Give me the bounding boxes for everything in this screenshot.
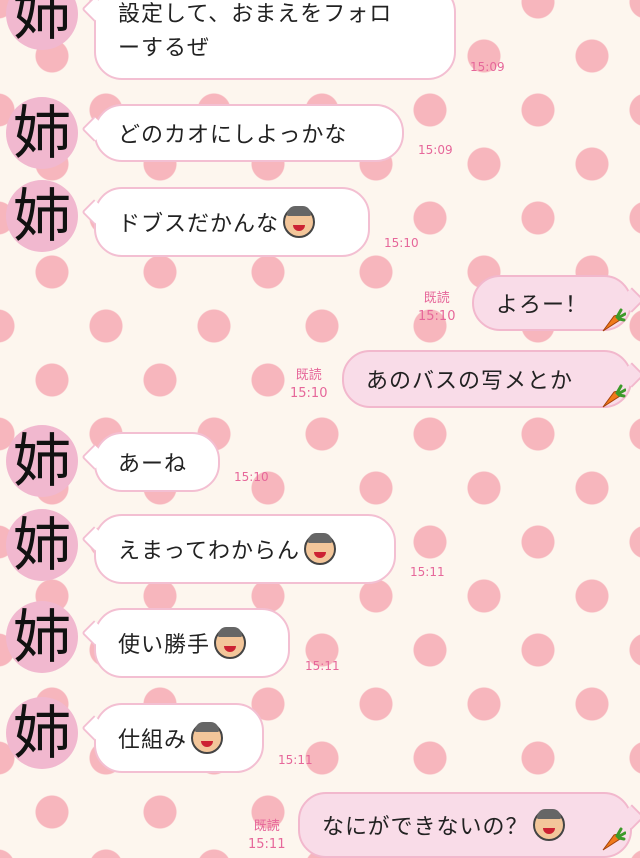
message-time: 15:11 [278,753,313,767]
carrot-icon [602,308,626,332]
avatar[interactable]: 姉 [6,697,78,769]
message-time: 15:10 [234,470,269,484]
avatar[interactable]: 姉 [6,509,78,581]
old-man-face-icon [304,533,337,565]
message-text: なにができないの？ [322,815,529,840]
read-label: 既読 [253,819,280,834]
old-man-face-icon [283,206,316,238]
avatar[interactable]: 姉 [6,0,78,50]
message-text-line-1: 設定して、おまえをフォロ [118,2,393,27]
message-text: 仕組み [118,728,188,753]
avatar[interactable]: 姉 [6,180,78,252]
message-time: 15:11 [410,565,445,579]
read-status: 既読 15:10 [418,290,455,326]
chat-area[interactable]: 姉 設定して、おまえをフォロ ーするぜ 15:09 姉 どのカオにしよっかな 1… [0,0,640,858]
message-text: えまってわからん [118,539,301,564]
message-time: 15:11 [305,659,340,673]
carrot-icon [602,384,626,408]
message-bubble[interactable]: ドブスだかんな [94,187,370,257]
message-time: 15:10 [384,236,419,250]
message-text: あのバスの写メとか [366,369,574,394]
old-man-face-icon [532,809,565,841]
avatar[interactable]: 姉 [6,601,78,673]
avatar[interactable]: 姉 [6,97,78,169]
message-bubble[interactable]: 仕組み [94,703,264,773]
message-bubble[interactable]: あのバスの写メとか [342,350,632,408]
message-time: 15:10 [418,309,456,324]
carrot-icon [602,827,626,851]
message-text: よろー！ [496,293,589,318]
message-text: どのカオにしよっかな [118,123,348,148]
message-bubble[interactable]: 使い勝手 [94,608,290,678]
message-time: 15:09 [418,143,453,157]
message-bubble[interactable]: あーね [94,432,220,492]
read-status: 既読 15:11 [248,818,285,854]
message-time: 15:10 [290,386,328,401]
message-bubble[interactable]: なにができないの？ [298,792,632,858]
message-text: あーね [118,452,188,477]
read-label: 既読 [295,368,322,383]
message-bubble[interactable]: えまってわからん [94,514,396,584]
message-text: 使い勝手 [118,633,211,658]
message-text: ドブスだかんな [118,212,280,237]
old-man-face-icon [191,722,224,754]
message-bubble[interactable]: 設定して、おまえをフォロ ーするぜ [94,0,456,80]
avatar[interactable]: 姉 [6,425,78,497]
message-time: 15:11 [248,837,286,852]
read-label: 既読 [423,291,450,306]
message-bubble[interactable]: どのカオにしよっかな [94,104,404,162]
message-time: 15:09 [470,60,505,74]
old-man-face-icon [214,627,247,659]
read-status: 既読 15:10 [290,367,327,403]
message-text-line-2: ーするぜ [118,36,211,61]
